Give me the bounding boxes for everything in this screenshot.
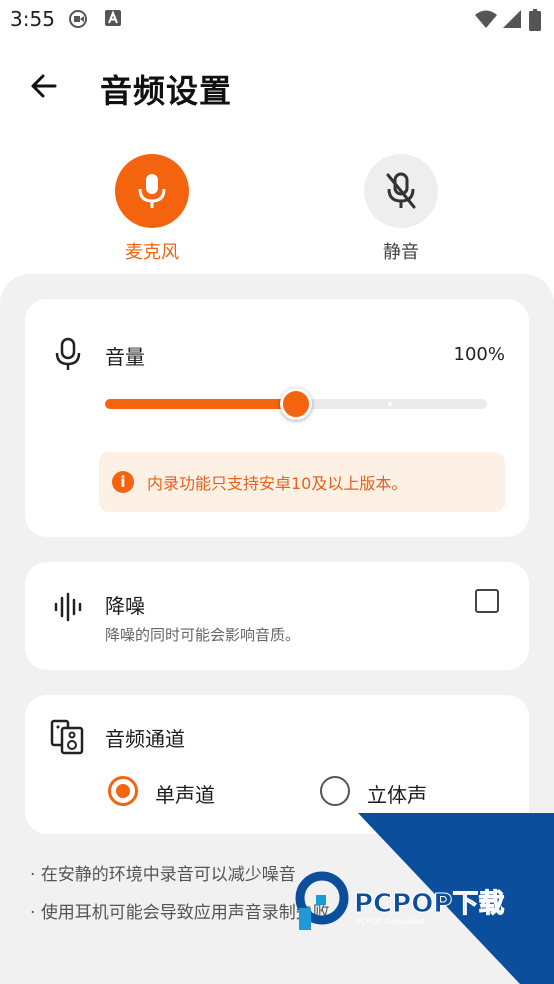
screen-record-icon <box>69 10 87 28</box>
tip-bullet: · <box>30 865 41 885</box>
speaker-icon <box>50 719 84 755</box>
volume-slider-tick <box>388 402 392 406</box>
tip-item: · 使用耳机可能会导致应用声音录制失败。 <box>30 898 347 923</box>
tip-text: 使用耳机可能会导致应用声音录制失败。 <box>40 903 347 923</box>
signal-icon <box>503 10 521 28</box>
notice-text: 内录功能只支持安卓10及以上版本。 <box>147 474 408 493</box>
volume-slider[interactable] <box>105 388 487 420</box>
mode-microphone-circle <box>115 154 189 228</box>
radio-mono-circle <box>108 776 138 806</box>
mode-mute-label: 静音 <box>383 242 419 263</box>
notification-a-icon <box>105 10 121 26</box>
mode-mute-circle <box>364 154 438 228</box>
volume-card: 音量 100% i 内录功能只支持安卓10及以上版本。 <box>25 299 529 537</box>
tip-text: 在安静的环境中录音可以减少噪音 <box>40 865 296 885</box>
tip-item: · 在安静的环境中录音可以减少噪音 <box>30 860 296 885</box>
denoise-card[interactable]: 降噪 降噪的同时可能会影响音质。 <box>25 562 529 670</box>
radio-mono-label: 单声道 <box>155 783 215 807</box>
wifi-icon <box>475 10 497 28</box>
denoise-description: 降噪的同时可能会影响音质。 <box>105 626 301 644</box>
volume-slider-thumb[interactable] <box>280 388 312 420</box>
microphone-icon <box>138 174 166 208</box>
radio-stereo-circle <box>320 776 350 806</box>
sound-wave-icon <box>54 592 82 622</box>
volume-value: 100% <box>453 344 505 365</box>
info-icon: i <box>112 471 134 493</box>
arrow-left-icon <box>31 74 57 98</box>
status-bar: 3:55 <box>0 0 554 38</box>
app-header: 音频设置 <box>0 52 554 122</box>
mode-microphone-label: 麦克风 <box>125 242 179 263</box>
notice-box: i 内录功能只支持安卓10及以上版本。 <box>99 452 505 512</box>
tip-bullet: · <box>30 903 41 923</box>
back-button[interactable] <box>26 68 62 104</box>
denoise-label: 降噪 <box>105 594 145 618</box>
volume-label: 音量 <box>105 345 145 369</box>
battery-icon <box>529 9 541 31</box>
channel-card: 音频通道 单声道 立体声 <box>25 695 529 834</box>
microphone-outline-icon <box>55 337 81 370</box>
mode-microphone-button[interactable]: 麦克风 <box>92 154 212 264</box>
channel-label: 音频通道 <box>105 727 185 751</box>
radio-stereo-label: 立体声 <box>367 783 427 807</box>
microphone-off-icon <box>386 172 416 209</box>
page-title: 音频设置 <box>100 72 233 110</box>
mode-mute-button[interactable]: 静音 <box>341 154 461 264</box>
status-time: 3:55 <box>10 7 55 31</box>
denoise-checkbox[interactable] <box>475 589 499 613</box>
volume-slider-fill <box>105 399 296 409</box>
